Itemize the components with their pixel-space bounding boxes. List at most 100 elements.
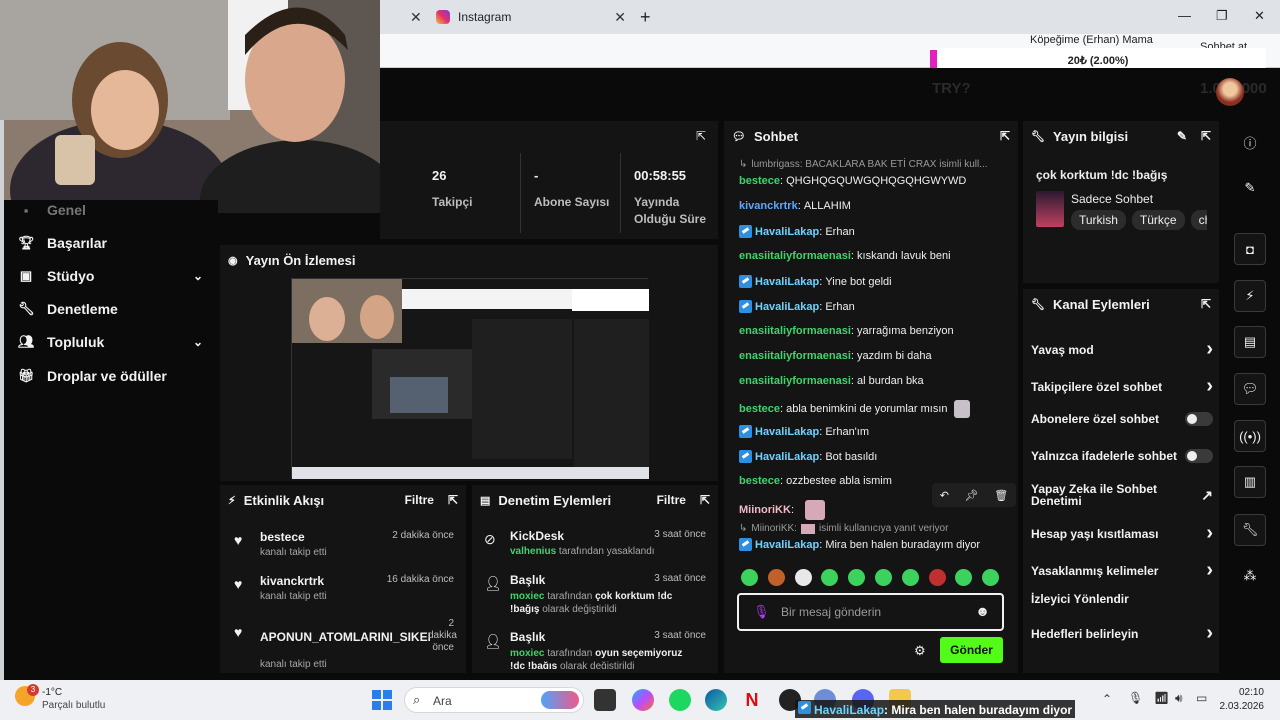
chat-username[interactable]: kivanckrtrk: [739, 200, 798, 212]
avatar[interactable]: [1216, 78, 1244, 106]
mod-actor[interactable]: moxiec: [510, 648, 544, 659]
emote-button[interactable]: [875, 569, 892, 586]
popout-icon[interactable]: ⇱: [696, 129, 706, 143]
chat-bubble-icon[interactable]: 💬︎: [1234, 373, 1266, 405]
chat-message[interactable]: HavaliLakap: Bot basıldı: [739, 450, 877, 463]
weather-temp[interactable]: -1°C: [42, 687, 62, 698]
task-view-icon[interactable]: [594, 689, 616, 711]
edit-pencil-icon[interactable]: ✎: [1177, 129, 1187, 143]
chat-message[interactable]: bestece: QHGHQGQUWGQHQGQHGWYWD: [739, 175, 966, 187]
chat-message[interactable]: HavaliLakap: Yine bot geldi: [739, 275, 892, 288]
layout-icon[interactable]: ▥: [1234, 466, 1266, 498]
popout-icon[interactable]: ⇱: [448, 493, 458, 507]
mic-icon[interactable]: 🎙︎: [753, 604, 770, 620]
activity-user[interactable]: kivanckrtrk: [260, 574, 324, 588]
toggle-switch[interactable]: [1185, 449, 1213, 463]
activity-user[interactable]: bestece: [260, 530, 305, 544]
sidebar-item-community[interactable]: 👥︎ Topluluk ⌄: [18, 334, 203, 350]
close-window-icon[interactable]: ✕: [1254, 8, 1265, 24]
clock-date[interactable]: 2.03.2026: [1210, 701, 1265, 712]
maximize-icon[interactable]: ❐: [1216, 8, 1228, 24]
chat-username[interactable]: bestece: [739, 175, 780, 187]
chat-username[interactable]: bestece: [739, 403, 780, 415]
chat-message[interactable]: bestece: abla benimkini de yorumlar mısı…: [739, 400, 970, 418]
wrench-icon[interactable]: 🔧︎: [1234, 514, 1266, 546]
copilot-icon[interactable]: [632, 689, 654, 711]
stream-preview-video[interactable]: [291, 278, 649, 479]
windows-start-icon[interactable]: [372, 690, 392, 710]
activity-filter-button[interactable]: Filtre: [405, 493, 434, 507]
emote-button[interactable]: [741, 569, 758, 586]
channel-action-row[interactable]: İzleyici Yönlendir: [1031, 592, 1213, 606]
clock-time[interactable]: 02:10: [1220, 687, 1264, 698]
chat-username[interactable]: HavaliLakap: [755, 426, 819, 438]
edge-icon[interactable]: [705, 689, 727, 711]
chat-username[interactable]: bestece: [739, 475, 780, 487]
emote-button[interactable]: [767, 569, 785, 586]
channel-action-row[interactable]: Yasaklanmış kelimeler ›: [1031, 559, 1213, 582]
minimize-icon[interactable]: —: [1178, 8, 1191, 23]
popout-icon[interactable]: ⇱: [1000, 129, 1010, 143]
category-name[interactable]: Sadece Sohbet: [1071, 192, 1153, 206]
tag-chip[interactable]: Turkish: [1071, 210, 1126, 230]
reply-icon[interactable]: ↶: [940, 489, 949, 502]
chat-settings-gear-icon[interactable]: ⚙: [914, 643, 926, 659]
document-icon[interactable]: ▤: [1234, 326, 1266, 358]
channel-action-row[interactable]: Hesap yaşı kısıtlaması ›: [1031, 522, 1213, 545]
send-button[interactable]: Gönder: [940, 637, 1003, 663]
channel-action-row[interactable]: Yavaş mod ›: [1031, 338, 1213, 361]
tab-close-prev[interactable]: ✕: [410, 4, 422, 30]
battery-icon[interactable]: ▭: [1196, 691, 1207, 705]
sidebar-item-genel[interactable]: ▪ Genel: [18, 202, 203, 218]
pin-icon[interactable]: 📌︎: [965, 489, 979, 502]
tag-chip[interactable]: Türkçe: [1131, 210, 1185, 230]
emote-button[interactable]: [901, 569, 919, 586]
new-tab-button[interactable]: +: [640, 4, 651, 30]
lightning-icon[interactable]: ⚡︎: [1234, 280, 1266, 312]
popout-icon[interactable]: ⇱: [1201, 129, 1211, 143]
spotify-icon[interactable]: [669, 689, 691, 711]
volume-icon[interactable]: 🔊︎: [1175, 691, 1183, 706]
chat-message[interactable]: enasiitaliyformaenasi: kıskandı lavuk be…: [739, 250, 951, 262]
chat-message[interactable]: HavaliLakap: Erhan: [739, 300, 855, 313]
channel-action-row[interactable]: Hedefleri belirleyin ›: [1031, 622, 1213, 645]
chat-message[interactable]: HavaliLakap: Erhan: [739, 225, 855, 238]
chat-username[interactable]: enasiitaliyformaenasi: [739, 325, 851, 337]
chat-username[interactable]: HavaliLakap: [755, 276, 819, 288]
wifi-icon[interactable]: 📶︎: [1154, 691, 1169, 705]
chat-message[interactable]: enasiitaliyformaenasi: yazdım bi daha: [739, 350, 932, 362]
chat-username[interactable]: enasiitaliyformaenasi: [739, 375, 851, 387]
chat-message[interactable]: HavaliLakap: Erhan'ım: [739, 425, 869, 438]
sidebar-item-moderation[interactable]: 🔧︎ Denetleme: [18, 301, 203, 317]
sidebar-item-drops[interactable]: 🎁︎ Droplar ve ödüller: [18, 368, 203, 384]
chat-username[interactable]: HavaliLakap: [755, 539, 819, 551]
broadcast-icon[interactable]: ((•)): [1234, 420, 1266, 452]
community-icon[interactable]: ⁂: [1234, 560, 1266, 592]
channel-action-row[interactable]: Takipçilere özel sohbet ›: [1031, 375, 1213, 398]
weather-desc[interactable]: Parçalı bulutlu: [42, 700, 105, 711]
chat-username[interactable]: MiinoriKK: [739, 504, 791, 516]
tab-instagram[interactable]: Instagram ✕: [436, 4, 626, 30]
netflix-icon[interactable]: N: [741, 689, 763, 711]
activity-user[interactable]: APONUN_ATOMLARINI_SIKEN: [260, 630, 430, 644]
emote-button[interactable]: [794, 569, 812, 586]
mod-actor[interactable]: valhenius: [510, 546, 556, 557]
popout-icon[interactable]: ⇱: [1201, 297, 1211, 311]
chat-input[interactable]: 🎙︎ Bir mesaj gönderin ☻: [737, 593, 1004, 631]
popout-icon[interactable]: ⇱: [700, 493, 710, 507]
chat-message[interactable]: MiinoriKK:: [739, 500, 826, 520]
chat-message[interactable]: enasiitaliyformaenasi: al burdan bka: [739, 375, 924, 387]
sidebar-item-studio[interactable]: ▣ Stüdyo ⌄: [18, 268, 203, 284]
channel-action-row[interactable]: Abonelere özel sohbet: [1031, 412, 1213, 426]
chat-username[interactable]: HavaliLakap: [755, 451, 819, 463]
chat-message[interactable]: bestece: ozzbestee abla ismim: [739, 475, 892, 487]
mod-actor[interactable]: moxiec: [510, 591, 544, 602]
emote-button[interactable]: [928, 569, 946, 586]
chat-username[interactable]: enasiitaliyformaenasi: [739, 350, 851, 362]
edit-pencil-icon[interactable]: ✎: [1234, 172, 1266, 204]
chat-message[interactable]: enasiitaliyformaenasi: yarrağıma benziyo…: [739, 325, 954, 337]
channel-action-row[interactable]: Yalnızca ifadelerle sohbet: [1031, 449, 1213, 463]
tray-chevron-icon[interactable]: ⌃: [1102, 692, 1112, 706]
camera-icon[interactable]: ◘: [1234, 233, 1266, 265]
tag-chip[interactable]: ch: [1190, 210, 1207, 230]
